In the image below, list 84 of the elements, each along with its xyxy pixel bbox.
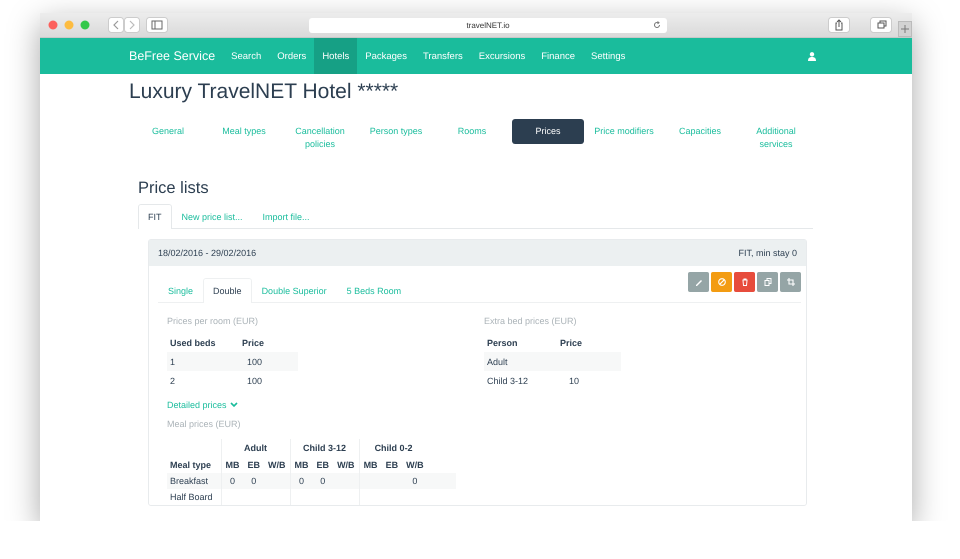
tab[interactable]: Person types: [360, 119, 432, 144]
tab[interactable]: New price list...: [172, 204, 253, 229]
user-icon[interactable]: [808, 52, 816, 60]
close-window-icon[interactable]: [48, 20, 58, 30]
table-caption: Prices per room (EUR): [167, 316, 260, 326]
room-tab[interactable]: Double Superior: [252, 278, 337, 303]
nav-item[interactable]: Packages: [357, 38, 415, 74]
table-caption: Meal prices (EUR): [167, 419, 242, 429]
tab[interactable]: Rooms: [436, 119, 508, 144]
action-button[interactable]: [711, 272, 732, 292]
table-cell: 100: [239, 371, 298, 390]
room-tab[interactable]: 5 Beds Room: [336, 278, 412, 303]
ban-icon: [716, 277, 726, 287]
column-header: W/B: [264, 456, 290, 473]
nav-item[interactable]: Orders: [269, 38, 314, 74]
detailed-prices-link[interactable]: Detailed prices: [167, 400, 801, 410]
column-header: Used beds: [167, 333, 239, 352]
sidebar-icon[interactable]: [146, 17, 168, 33]
tab[interactable]: Meal types: [208, 119, 280, 144]
table-cell: 0: [244, 473, 264, 489]
nav-item[interactable]: Finance: [533, 38, 584, 74]
date-range: 18/02/2016 - 29/02/2016: [158, 248, 256, 258]
table-cell: Half Board: [167, 489, 222, 505]
tab[interactable]: Capacities: [664, 119, 736, 144]
nav-item[interactable]: Search: [223, 38, 270, 74]
column-header: W/B: [333, 456, 360, 473]
room-tab[interactable]: Double: [203, 278, 252, 303]
tab[interactable]: Prices: [512, 119, 584, 144]
hotel-title: Luxury TravelNET Hotel *****: [129, 79, 400, 105]
column-header: Child 0-2: [359, 439, 428, 456]
price-list-summary: FIT, min stay 0: [738, 248, 797, 258]
nav-item[interactable]: Settings: [583, 38, 634, 74]
nav-item[interactable]: Excursions: [470, 38, 534, 74]
plus-icon[interactable]: [901, 25, 909, 33]
pencil-icon: [694, 277, 704, 287]
table-cell: 1: [167, 352, 239, 371]
nav-item[interactable]: Transfers: [414, 38, 471, 74]
crop-icon: [786, 277, 796, 287]
column-header: EB: [244, 456, 264, 473]
table-caption: Extra bed prices (EUR): [484, 316, 578, 326]
table-cell: 0: [221, 473, 244, 489]
tab[interactable]: General: [132, 119, 204, 144]
table-cell: 0: [402, 473, 428, 489]
table-cell: Child 3-12: [484, 371, 557, 390]
column-header: EB: [312, 456, 334, 473]
share-icon[interactable]: [828, 17, 850, 33]
column-header: Price: [557, 333, 621, 352]
table-cell: 2: [167, 371, 239, 390]
table-cell: 100: [239, 352, 298, 371]
tab[interactable]: Import file...: [252, 204, 320, 229]
tab[interactable]: Cancellation policies: [284, 119, 356, 157]
tab[interactable]: Price modifiers: [588, 119, 660, 144]
table-cell: Breakfast: [167, 473, 222, 489]
url-text: travelNET.io: [466, 20, 510, 30]
tab[interactable]: Additional services: [740, 119, 812, 157]
column-header: Meal type: [167, 456, 222, 473]
brand-name[interactable]: BeFree Service: [129, 38, 216, 74]
column-header: Adult: [221, 439, 290, 456]
room-tab[interactable]: Single: [158, 278, 204, 303]
table-cell: Adult: [484, 352, 557, 371]
column-header: EB: [382, 456, 402, 473]
table-cell: 0: [290, 473, 313, 489]
column-header: Person: [484, 333, 557, 352]
tabs-icon[interactable]: [870, 17, 892, 33]
address-bar[interactable]: travelNET.io: [309, 18, 667, 32]
nav-item[interactable]: Hotels: [314, 38, 358, 74]
minimize-window-icon[interactable]: [64, 20, 74, 30]
back-icon[interactable]: [108, 17, 124, 33]
trash-icon: [740, 277, 750, 287]
section-title: Price lists: [138, 179, 210, 198]
action-button[interactable]: [757, 272, 778, 292]
column-header: Price: [239, 333, 298, 352]
column-header: Child 3-12: [290, 439, 360, 456]
zoom-window-icon[interactable]: [80, 20, 90, 30]
reload-icon[interactable]: [653, 20, 661, 28]
table-cell: 0: [312, 473, 334, 489]
action-button[interactable]: [734, 272, 755, 292]
action-button[interactable]: [780, 272, 801, 292]
action-button[interactable]: [688, 272, 709, 292]
table-cell: 10: [557, 371, 621, 390]
copy-icon: [762, 277, 772, 287]
column-header: W/B: [402, 456, 428, 473]
forward-icon[interactable]: [124, 17, 140, 33]
tab[interactable]: FIT: [138, 204, 172, 229]
